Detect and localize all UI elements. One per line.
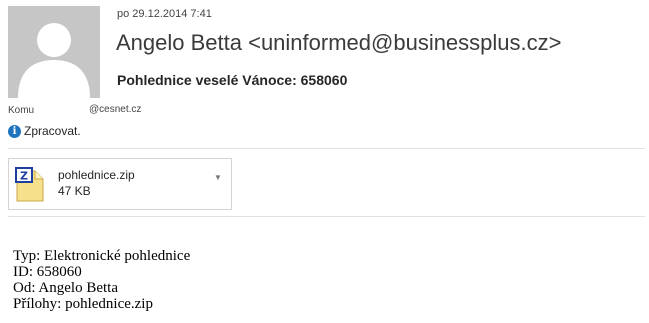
attachment-divider [8,216,645,217]
svg-text:Z: Z [20,170,28,183]
info-icon: i [8,124,21,138]
sender-name[interactable]: Angelo Betta <uninformed@businessplus.cz… [116,30,562,56]
body-line: ID: 658060 [13,264,82,280]
chevron-down-icon[interactable]: ▼ [214,173,222,182]
attachment-name: pohlednice.zip [58,168,135,182]
message-body: Typ: Elektronické pohlednice ID: 658060 … [13,248,190,312]
attachment-size: 47 KB [58,184,91,198]
info-text: Zpracovat. [24,124,81,138]
person-silhouette-icon [18,23,90,98]
info-bar: i Zpracovat. [8,124,81,138]
body-line: Typ: Elektronické pohlednice [13,248,191,264]
body-line: Přílohy: pohlednice.zip [13,296,153,312]
message-date: po 29.12.2014 7:41 [117,8,212,20]
header-divider [8,148,645,149]
sender-avatar[interactable] [8,6,100,98]
body-line: Od: Angelo Betta [13,280,118,296]
attachment-item[interactable]: Z pohlednice.zip 47 KB ▼ [8,158,232,210]
to-label: Komu [8,105,35,116]
message-subject: Pohlednice veselé Vánoce: 658060 [117,72,348,88]
recipient-address[interactable]: @cesnet.cz [89,104,141,115]
zip-file-icon: Z [15,167,44,202]
